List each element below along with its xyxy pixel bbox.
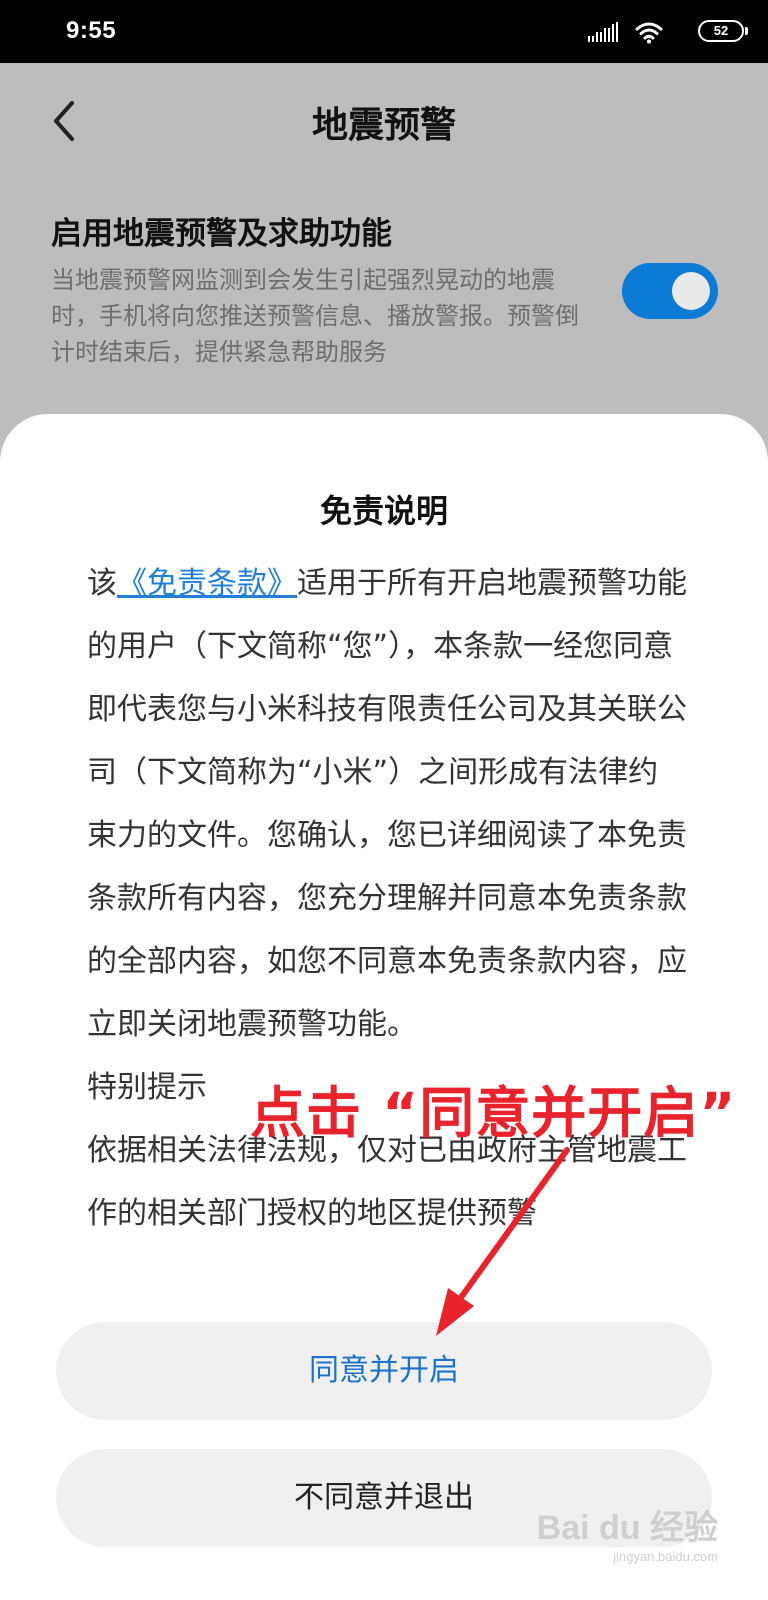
setting-title: 启用地震预警及求助功能 xyxy=(51,216,392,252)
toggle-knob xyxy=(672,272,710,310)
wifi-icon xyxy=(635,22,663,44)
agree-and-enable-button[interactable]: 同意并开启 xyxy=(56,1322,712,1420)
paragraph-text: 适用于所有开启地震预警功能的用户（下文简称“您”），本条款一经您同意即代表您与小… xyxy=(87,566,687,1042)
earthquake-warning-toggle[interactable] xyxy=(622,263,718,319)
terms-link[interactable]: 《免责条款》 xyxy=(117,566,297,601)
watermark-url: jingyan.baidu.com xyxy=(613,1549,718,1564)
signal-icon xyxy=(588,22,618,42)
disclaimer-paragraph: 该《免责条款》适用于所有开启地震预警功能的用户（下文简称“您”），本条款一经您同… xyxy=(87,552,687,1056)
dialog-body: 该《免责条款》适用于所有开启地震预警功能的用户（下文简称“您”），本条款一经您同… xyxy=(87,552,687,1282)
page-title: 地震预警 xyxy=(311,105,456,146)
dialog-title: 免责说明 xyxy=(319,492,448,530)
status-time: 9:55 xyxy=(66,17,117,44)
baidu-watermark-logo: Bai du 经验 jingyan.baidu.com xyxy=(537,1500,718,1564)
status-icons: 52 xyxy=(574,18,748,46)
watermark-brand: Bai du 经验 xyxy=(536,1509,718,1547)
disclaimer-dialog: 免责说明 该《免责条款》适用于所有开启地震预警功能的用户（下文简称“您”），本条… xyxy=(0,414,768,1600)
scroll-fade xyxy=(0,1229,768,1289)
battery-icon: 52 xyxy=(698,20,748,42)
annotation-text: 点击 “同意并开启” xyxy=(250,1081,737,1145)
setting-description: 当地震预警网监测到会发生引起强烈晃动的地震时，手机将向您推送预警信息、播放警报。… xyxy=(51,266,579,366)
paragraph-prefix: 该 xyxy=(87,566,117,601)
status-bar: 9:55 52 xyxy=(0,0,768,63)
